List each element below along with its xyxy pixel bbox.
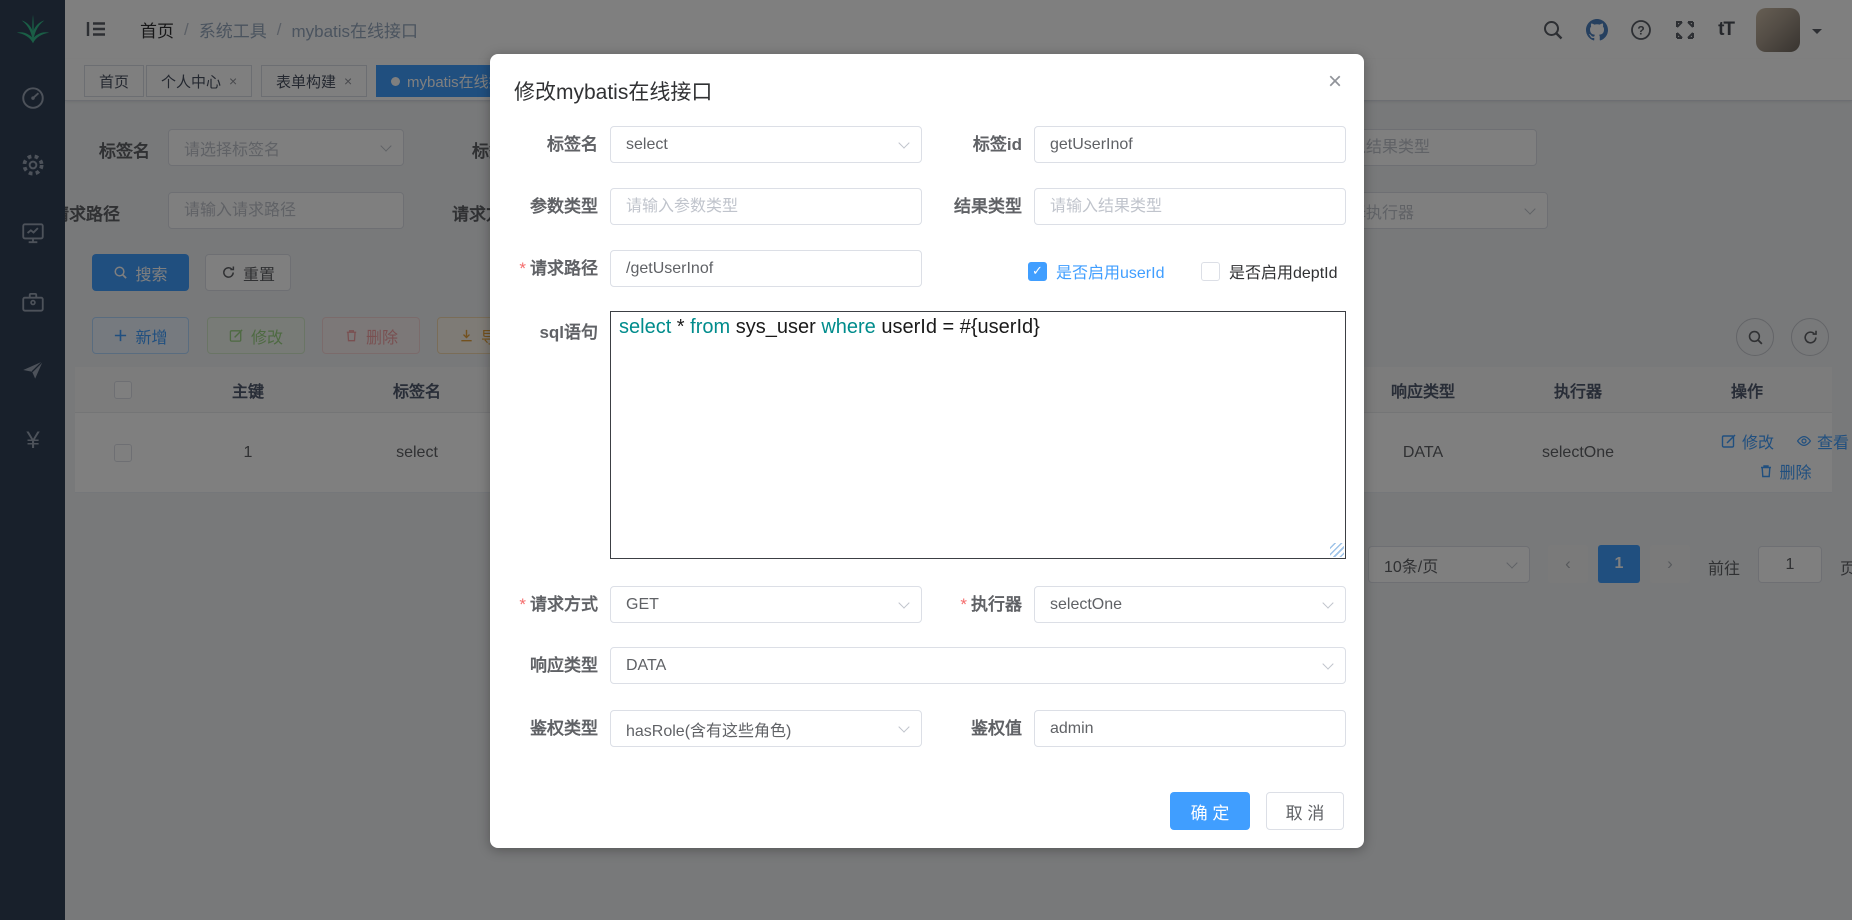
- req-path-input[interactable]: [610, 250, 922, 287]
- resp-type-select[interactable]: DATA: [610, 647, 1346, 684]
- edit-mybatis-dialog: 修改mybatis在线接口 × 标签名 select 标签id 参数类型 结果类…: [490, 54, 1364, 848]
- param-type-label: 参数类型: [498, 188, 598, 225]
- select-value: hasRole(含有这些角色): [626, 717, 791, 741]
- tag-name-select[interactable]: select: [610, 126, 922, 163]
- select-value: select: [626, 136, 668, 154]
- dialog-title: 修改mybatis在线接口: [514, 76, 712, 106]
- param-type-input[interactable]: [610, 188, 922, 225]
- req-method-label: *请求方式: [498, 586, 598, 623]
- result-type-label: 结果类型: [926, 188, 1022, 225]
- chevron-down-icon: [898, 597, 909, 608]
- chevron-down-icon: [1322, 658, 1333, 669]
- enable-userid-checkbox-group[interactable]: ✓ 是否启用userId: [1028, 259, 1164, 283]
- auth-value-input[interactable]: [1034, 710, 1346, 747]
- cancel-button[interactable]: 取 消: [1266, 792, 1344, 830]
- auth-type-label: 鉴权类型: [498, 710, 598, 747]
- req-path-label: *请求路径: [498, 250, 598, 287]
- tag-id-label: 标签id: [926, 126, 1022, 163]
- result-type-input[interactable]: [1034, 188, 1346, 225]
- label-text: 请求路径: [530, 259, 598, 278]
- sql-keyword: select: [619, 316, 671, 338]
- tag-name-label: 标签名: [498, 126, 598, 163]
- required-asterisk: *: [519, 259, 526, 278]
- sql-label: sql语句: [498, 314, 598, 351]
- resize-grip-icon[interactable]: [1330, 543, 1344, 557]
- auth-value-label: 鉴权值: [926, 710, 1022, 747]
- select-value: GET: [626, 596, 659, 614]
- sql-keyword: where: [821, 316, 875, 338]
- select-value: DATA: [626, 657, 666, 675]
- req-method-select[interactable]: GET: [610, 586, 922, 623]
- executor-label: *执行器: [926, 586, 1022, 623]
- executor-select[interactable]: selectOne: [1034, 586, 1346, 623]
- sql-textarea[interactable]: select * from sys_user where userId = #{…: [610, 311, 1346, 559]
- label-text: 执行器: [971, 595, 1022, 614]
- sql-keyword: from: [690, 316, 730, 338]
- auth-type-select[interactable]: hasRole(含有这些角色): [610, 710, 922, 747]
- app-root: ¥ 首页 / 系统工具 / mybatis在线接口: [0, 0, 1852, 920]
- checkbox-checked-icon[interactable]: ✓: [1028, 262, 1047, 281]
- chevron-down-icon: [898, 721, 909, 732]
- checkbox-unchecked-icon[interactable]: [1201, 262, 1220, 281]
- enable-deptid-checkbox-group[interactable]: 是否启用deptId: [1201, 259, 1338, 283]
- tag-id-input[interactable]: [1034, 126, 1346, 163]
- checkbox-label: 是否启用deptId: [1229, 259, 1338, 283]
- chevron-down-icon: [1322, 597, 1333, 608]
- select-value: selectOne: [1050, 596, 1122, 614]
- resp-type-label: 响应类型: [498, 647, 598, 684]
- required-asterisk: *: [960, 595, 967, 614]
- dialog-close-icon[interactable]: ×: [1328, 70, 1342, 94]
- checkbox-label: 是否启用userId: [1056, 259, 1164, 283]
- sql-text: *: [671, 316, 690, 338]
- confirm-button[interactable]: 确 定: [1170, 792, 1250, 830]
- sql-text: userId = #{userId}: [876, 316, 1040, 338]
- chevron-down-icon: [898, 137, 909, 148]
- required-asterisk: *: [519, 595, 526, 614]
- label-text: 请求方式: [530, 595, 598, 614]
- sql-text: sys_user: [730, 316, 821, 338]
